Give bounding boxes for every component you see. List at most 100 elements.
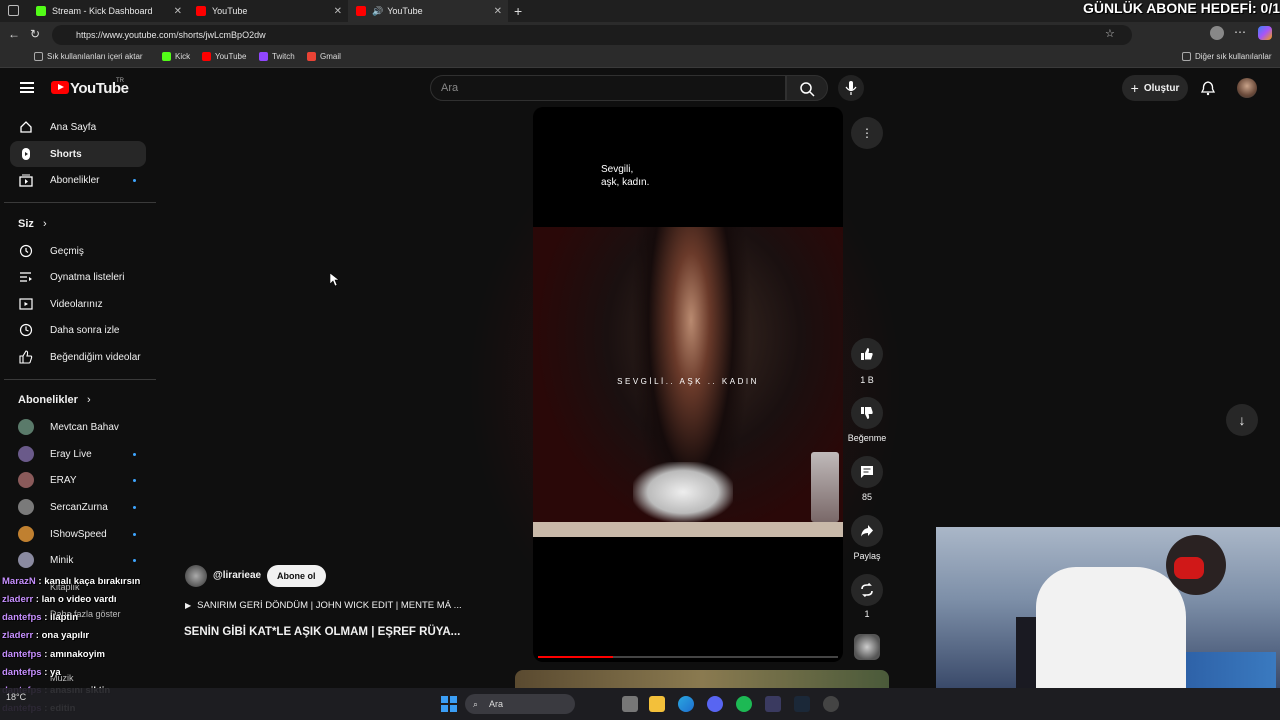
menu-icon[interactable]: ⋯ [1234,25,1246,39]
short-title[interactable]: SENİN GİBİ KAT*LE AŞIK OLMAM | EŞREF RÜY… [184,626,460,638]
audio-thumbnail[interactable] [854,634,880,660]
sidebar-channel-eray-live[interactable]: Eray Live [10,441,146,467]
bookmark-other[interactable]: Diğer sık kullanılanlar [1182,52,1271,61]
home-icon [18,119,34,135]
favorite-star-icon[interactable]: ☆ [1105,27,1115,40]
sidebar-divider [4,202,156,203]
tab-youtube-2[interactable]: 🔊 YouTube ✕ [348,0,508,22]
webcam-person [1036,567,1186,688]
comment-icon [861,466,873,478]
close-icon[interactable]: ✕ [334,6,342,17]
bookmark-label: Kick [175,52,191,61]
remix-icon [861,583,873,597]
channel-handle[interactable]: @lirarieae [213,570,261,581]
bookmark-youtube[interactable]: YouTube [202,52,246,61]
tab-actions-icon[interactable] [8,5,19,16]
chat-message: MarazN : kanalı kaça bırakırsın [2,576,140,587]
music-row[interactable]: ▶ SANIRIM GERİ DÖNDÜM | JOHN WICK EDIT | … [185,600,462,611]
weather-widget[interactable]: 18°C [6,692,26,702]
sidebar-channel-minik[interactable]: Minik [10,547,146,573]
bookmark-twitch[interactable]: Twitch [259,52,295,61]
chat-message: zladerr : ona yapılır [2,630,89,641]
sidebar-item-watch-later[interactable]: Daha sonra izle [10,317,146,343]
next-short-button[interactable]: ↓ [1226,404,1258,436]
sidebar-channel-sercanzurna[interactable]: SercanZurna [10,494,146,520]
obs-icon[interactable] [823,696,839,712]
napkin [633,462,733,522]
chat-message: dantefps : ilaptin [2,612,78,623]
sidebar-divider [4,379,156,380]
tab-kick-dashboard[interactable]: Stream - Kick Dashboard ✕ [28,0,188,22]
steam-icon[interactable] [794,696,810,712]
close-icon[interactable]: ✕ [174,6,182,17]
channel-avatar[interactable] [185,565,207,587]
sidebar-channel-eray[interactable]: ERAY [10,467,146,493]
channel-name: IShowSpeed [50,528,107,540]
sidebar-item-your-videos[interactable]: Videolarınız [10,291,146,317]
sidebar-item-subscriptions[interactable]: Abonelikler [10,167,146,193]
account-avatar[interactable] [1237,78,1257,98]
windows-start-icon[interactable] [441,696,457,712]
chat-username: MarazN [2,576,36,587]
close-icon[interactable]: ✕ [494,6,502,17]
subscribe-button[interactable]: Abone ol [267,565,326,587]
thumb-up-icon [18,349,34,365]
tab-youtube-1[interactable]: YouTube ✕ [188,0,348,22]
mouse-cursor-icon [330,273,340,287]
search-button[interactable] [786,75,828,101]
sidebar-item-label: Oynatma listeleri [50,271,125,283]
file-explorer-icon[interactable] [649,696,665,712]
edge-icon[interactable] [678,696,694,712]
bookmark-label: Sık kullanılanları içeri aktar [47,52,143,61]
sidebar-item-label: Videolarınız [50,298,103,310]
music-title: SANIRIM GERİ DÖNDÜM | JOHN WICK EDIT | M… [197,600,462,611]
spotify-icon[interactable] [736,696,752,712]
share-button[interactable] [851,515,883,547]
task-view-icon[interactable] [622,696,638,712]
copilot-icon[interactable] [1258,26,1272,40]
channel-name: SercanZurna [50,501,108,513]
hamburger-menu-icon[interactable] [20,82,34,93]
bookmark-import[interactable]: Sık kullanılanları içeri aktar [34,52,143,61]
sidebar-item-history[interactable]: Geçmiş [10,238,146,264]
youtube-logo-icon[interactable] [51,81,69,94]
folder-icon [34,52,43,61]
video-progress-bar[interactable] [538,656,838,658]
chevron-right-icon: › [42,218,47,230]
sidebar-item-shorts[interactable]: Shorts [10,141,146,167]
sidebar-subscriptions-heading[interactable]: Abonelikler › [18,394,91,406]
remix-button[interactable] [851,574,883,606]
bookmark-kick[interactable]: Kick [162,52,190,61]
profile-avatar[interactable] [1210,26,1224,40]
more-options-button[interactable]: ⋮ [851,117,883,149]
taskbar-search[interactable]: ⌕ Ara [465,694,575,714]
sidebar-item-liked-videos[interactable]: Beğendiğim videolar [10,344,146,370]
shorts-player[interactable]: Sevgili, aşk, kadın. SEVGİLİ.. AŞK .. KA… [533,107,843,662]
url-input[interactable]: https://www.youtube.com/shorts/jwLcmBpO2… [52,25,1132,45]
arrow-down-icon: ↓ [1238,412,1246,428]
chat-username: zladerr [2,594,34,605]
create-button[interactable]: + Oluştur [1122,75,1188,101]
bookmarks-bar: Sık kullanılanları içeri aktar Kick YouT… [0,48,1280,68]
sidebar-item-home[interactable]: Ana Sayfa [10,114,146,140]
notifications-button[interactable] [1200,80,1216,101]
refresh-icon[interactable]: ↻ [30,27,40,41]
comments-button[interactable] [851,456,883,488]
back-icon[interactable]: ← [8,27,20,41]
sidebar-channel-ishowspeed[interactable]: IShowSpeed [10,521,146,547]
voice-search-button[interactable] [838,75,864,101]
new-tab-button[interactable]: + [514,3,522,19]
create-label: Oluştur [1143,82,1180,94]
like-button[interactable] [851,338,883,370]
next-short-preview[interactable] [515,670,889,688]
search-input[interactable]: Ara [430,75,786,101]
sidebar-item-playlists[interactable]: Oynatma listeleri [10,264,146,290]
tab-title: YouTube [387,6,423,16]
sidebar-you-heading[interactable]: Siz › [18,218,47,230]
thumb-up-icon [861,348,873,360]
dislike-button[interactable] [851,397,883,429]
app-icon[interactable] [765,696,781,712]
sidebar-channel-mevtcan[interactable]: Mevtcan Bahav [10,414,146,440]
discord-icon[interactable] [707,696,723,712]
bookmark-gmail[interactable]: Gmail [307,52,341,61]
